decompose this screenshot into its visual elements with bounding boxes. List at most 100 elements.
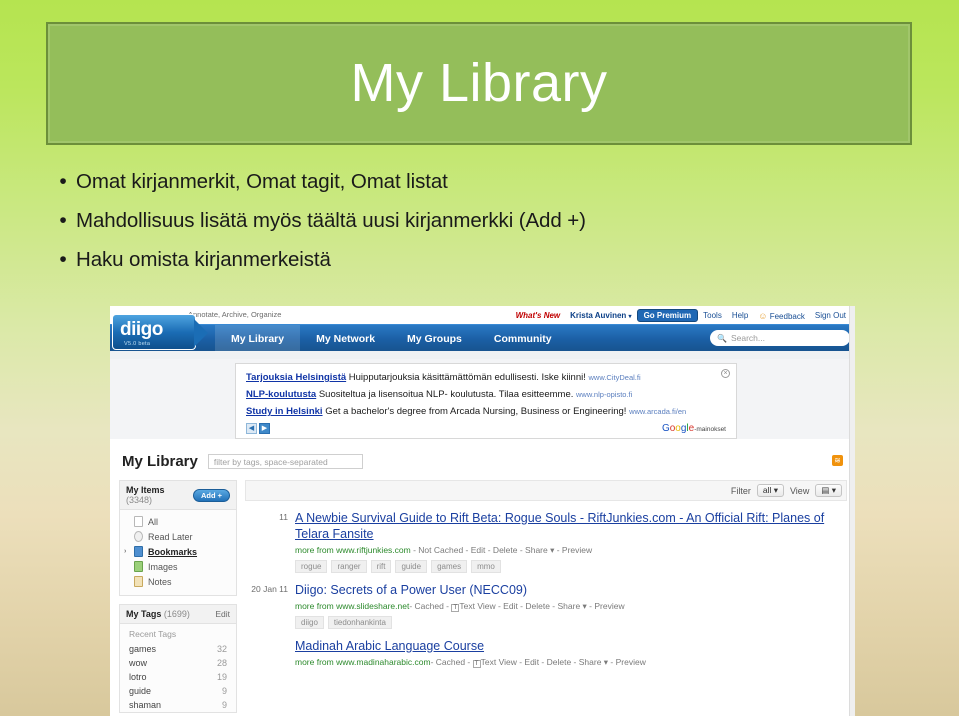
view-select[interactable]: ▤ ▾ — [815, 484, 842, 497]
my-tags-panel: My Tags (1699) Edit Recent Tags games 32… — [119, 604, 237, 713]
tag-chip[interactable]: rogue — [295, 560, 328, 573]
my-items-count: (3348) — [126, 495, 153, 505]
list-item[interactable]: guide 9 — [120, 684, 236, 698]
list-item: 20 Jan 11 Diigo: Secrets of a Power User… — [245, 573, 847, 629]
ad-entry: Tarjouksia Helsingistä Huipputarjouksia … — [246, 372, 726, 384]
nav-item-community[interactable]: Community — [478, 325, 568, 352]
tools-link[interactable]: Tools — [698, 311, 727, 320]
ad-title[interactable]: NLP-koulutusta — [246, 389, 316, 400]
page-icon — [134, 516, 143, 527]
item-source-link[interactable]: more from www.madinaharabic.com — [295, 657, 431, 667]
my-tags-title: My Tags (1699) — [126, 609, 190, 619]
add-button[interactable]: Add + — [192, 488, 230, 502]
view-label: View — [789, 485, 810, 496]
tag-chip[interactable]: rift — [370, 560, 392, 573]
ad-entry: Study in Helsinki Get a bachelor's degre… — [246, 406, 726, 418]
item-title-link[interactable]: Madinah Arabic Language Course — [295, 638, 845, 654]
ad-text: Get a bachelor's degree from Arcada Nurs… — [325, 406, 627, 417]
item-source-link[interactable]: more from www.slideshare.net — [295, 601, 409, 611]
sidebar-item-bookmarks[interactable]: › Bookmarks — [120, 544, 236, 559]
close-icon[interactable]: × — [721, 369, 730, 378]
filter-select[interactable]: all ▾ — [756, 484, 784, 497]
my-items-list: All Read Later › Bookmarks Images Notes — [120, 510, 236, 595]
bullet-text: Omat kirjanmerkit, Omat tagit, Omat list… — [76, 170, 448, 193]
edit-tags-link[interactable]: Edit — [215, 609, 230, 619]
item-meta: more from www.slideshare.net- Cached - T… — [295, 601, 845, 612]
item-title-link[interactable]: Diigo: Secrets of a Power User (NECC09) — [295, 582, 845, 598]
google-ads-box: × Tarjouksia Helsingistä Huipputarjouksi… — [235, 363, 737, 439]
list-item: • Omat kirjanmerkit, Omat tagit, Omat li… — [50, 168, 870, 196]
tag-chip[interactable]: guide — [395, 560, 428, 573]
item-text-view-link[interactable]: Text View — [459, 601, 495, 611]
item-source-link[interactable]: more from www.riftjunkies.com — [295, 545, 411, 555]
sign-out-link[interactable]: Sign Out — [810, 311, 851, 320]
ads-area: × Tarjouksia Helsingistä Huipputarjouksi… — [110, 359, 855, 439]
feedback-link[interactable]: ☺ Feedback — [753, 311, 810, 321]
ad-url[interactable]: www.nlp-opisto.fi — [576, 390, 632, 399]
nav-items: My Library My Network My Groups Communit… — [215, 325, 568, 352]
ad-title[interactable]: Study in Helsinki — [246, 406, 323, 417]
item-actions[interactable]: - Edit - Delete - Share ▾ - Preview — [517, 657, 646, 667]
tag-chip[interactable]: diigo — [295, 616, 324, 629]
rss-icon[interactable]: ≋ — [832, 455, 843, 466]
list-item[interactable]: wow 28 — [120, 656, 236, 670]
nav-item-my-library[interactable]: My Library — [215, 325, 301, 352]
item-title-link[interactable]: A Newbie Survival Guide to Rift Beta: Ro… — [295, 510, 845, 542]
scrollbar[interactable] — [849, 306, 855, 716]
ad-url[interactable]: www.CityDeal.fi — [589, 373, 641, 382]
sidebar: My Items (3348) Add + All Read Later › B… — [119, 480, 237, 713]
sidebar-item-all[interactable]: All — [120, 514, 236, 529]
search-input[interactable]: 🔍 Search... — [710, 330, 850, 346]
my-items-title: My Items (3348) — [126, 485, 193, 505]
results-toolbar: Filter all ▾ View ▤ ▾ — [245, 480, 847, 501]
sidebar-item-notes[interactable]: Notes — [120, 574, 236, 589]
list-item[interactable]: games 32 — [120, 642, 236, 656]
sidebar-item-read-later[interactable]: Read Later — [120, 529, 236, 544]
item-text-view-link[interactable]: Text View — [481, 657, 517, 667]
diigo-logo[interactable]: diigo V5.0 beta — [112, 314, 208, 352]
tag-filter-placeholder: filter by tags, space-separated — [213, 456, 328, 467]
slide-title-box: My Library — [46, 22, 912, 145]
search-icon: 🔍 — [717, 333, 727, 343]
tag-count: 9 — [221, 700, 227, 710]
ads-prev-button[interactable]: ◀ — [246, 423, 257, 434]
ad-title[interactable]: Tarjouksia Helsingistä — [246, 372, 346, 383]
tag-count: 9 — [221, 686, 227, 696]
tag-count: 28 — [216, 658, 227, 668]
chevron-right-icon[interactable]: › — [124, 548, 126, 555]
my-items-header: My Items (3348) Add + — [120, 481, 236, 510]
clock-icon — [134, 531, 143, 542]
feedback-label: Feedback — [769, 311, 805, 321]
nav-item-my-network[interactable]: My Network — [300, 325, 391, 352]
recent-tags-label: Recent Tags — [129, 629, 177, 639]
tag-name: lotro — [129, 672, 147, 682]
list-item[interactable]: shaman 9 — [120, 698, 236, 712]
sidebar-item-label: Bookmarks — [148, 546, 198, 557]
go-premium-button[interactable]: Go Premium — [636, 309, 699, 322]
user-menu[interactable]: Krista Auvinen ▾ — [565, 311, 636, 320]
tag-chip[interactable]: ranger — [331, 560, 367, 573]
item-cached-label: - Cached - — [430, 657, 473, 667]
tag-chip[interactable]: tiedonhankinta — [327, 616, 392, 629]
ad-text: Suositeltua ja lisensoitua NLP- koulutus… — [318, 389, 574, 400]
tag-name: shaman — [129, 700, 162, 710]
list-item[interactable]: lotro 19 — [120, 670, 236, 684]
help-link[interactable]: Help — [727, 311, 753, 320]
bookmark-icon — [134, 546, 143, 557]
tag-filter-input[interactable]: filter by tags, space-separated — [207, 454, 363, 469]
tag-chip[interactable]: mmo — [471, 560, 501, 573]
list-item: Madinah Arabic Language Course more from… — [245, 629, 847, 668]
sidebar-item-images[interactable]: Images — [120, 559, 236, 574]
item-actions[interactable]: - Not Cached - Edit - Delete - Share ▾ -… — [413, 545, 592, 555]
nav-item-my-groups[interactable]: My Groups — [391, 325, 478, 352]
ads-next-button[interactable]: ▶ — [259, 423, 270, 434]
item-date: 11 — [279, 512, 288, 522]
whats-new-link[interactable]: What's New — [511, 311, 566, 320]
logo-version-label: V5.0 beta — [124, 341, 151, 347]
smile-icon: ☺ — [758, 310, 768, 321]
tag-chip[interactable]: games — [431, 560, 468, 573]
item-actions[interactable]: - Edit - Delete - Share ▾ - Preview — [496, 601, 625, 611]
item-meta: more from www.madinaharabic.com- Cached … — [295, 657, 845, 668]
my-items-panel: My Items (3348) Add + All Read Later › B… — [119, 480, 237, 596]
ad-url[interactable]: www.arcada.fi/en — [629, 407, 686, 416]
